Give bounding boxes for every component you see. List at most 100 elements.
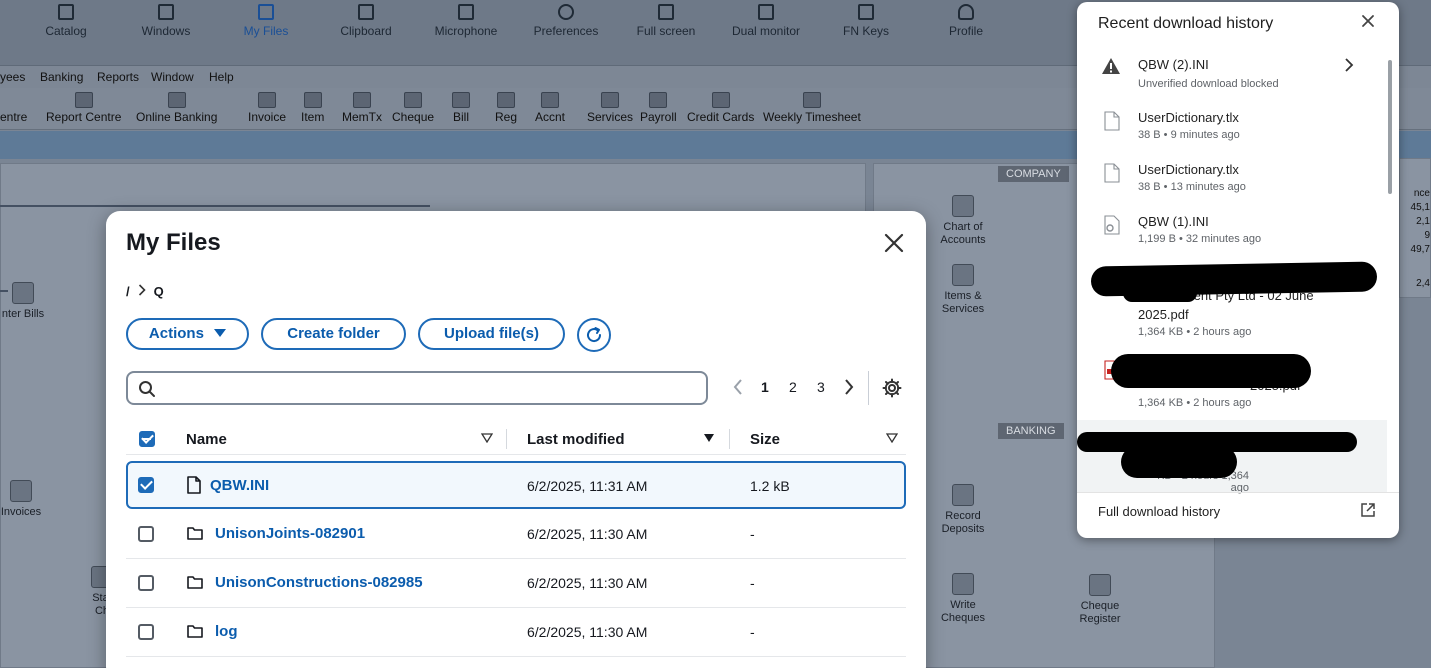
toolbar-reg[interactable]: Reg	[495, 92, 517, 124]
page-2[interactable]: 2	[789, 379, 797, 395]
menu-employees[interactable]: yees	[0, 70, 25, 84]
row-checkbox[interactable]	[138, 477, 154, 493]
enter-bills-icon[interactable]: nter Bills	[0, 282, 48, 321]
table-row[interactable]: UnisonConstructions-082985 6/2/2025, 11:…	[126, 559, 906, 608]
download-name: QBW (2).INI	[1138, 57, 1209, 72]
column-size[interactable]: Size	[750, 431, 780, 448]
menu-reports[interactable]: Reports	[97, 70, 139, 84]
full-download-history-link[interactable]: Full download history	[1098, 504, 1220, 519]
preferences-button[interactable]: Preferences	[516, 4, 616, 38]
toolbar-report-centre[interactable]: Report Centre	[46, 92, 121, 124]
microphone-button[interactable]: Microphone	[416, 4, 516, 38]
write-cheques-icon[interactable]: Write Cheques	[935, 573, 991, 625]
actions-button[interactable]: Actions	[126, 318, 249, 350]
folder-name-link[interactable]: UnisonJoints-082901	[215, 525, 365, 542]
catalog-button[interactable]: Catalog	[16, 4, 116, 38]
download-history-title: Recent download history	[1098, 15, 1274, 32]
fn-keys-button[interactable]: FN Keys	[816, 4, 916, 38]
sort-desc-icon[interactable]	[703, 433, 715, 443]
breadcrumb-current: Q	[153, 284, 164, 299]
dual-monitor-button[interactable]: Dual monitor	[716, 4, 816, 38]
my-files-dialog: My Files / Q Actions Create folder Uploa…	[106, 211, 926, 668]
refresh-button[interactable]	[577, 318, 611, 352]
full-screen-button[interactable]: Full screen	[616, 4, 716, 38]
row-checkbox[interactable]	[138, 575, 154, 591]
breadcrumb-root[interactable]: /	[126, 284, 130, 299]
row-checkbox[interactable]	[138, 526, 154, 542]
table-row[interactable]: QBW.INI 6/2/2025, 11:31 AM 1.2 kB	[126, 461, 906, 509]
page-1[interactable]: 1	[761, 379, 769, 395]
fullscreen-icon	[658, 4, 674, 20]
close-icon[interactable]	[882, 231, 906, 255]
toolbar-cheque[interactable]: Cheque	[392, 92, 434, 124]
menu-banking[interactable]: Banking	[40, 70, 83, 84]
clipboard-button[interactable]: Clipboard	[316, 4, 416, 38]
scrollbar[interactable]	[1388, 60, 1392, 194]
open-external-icon[interactable]	[1360, 502, 1376, 523]
download-meta: 1,364 KB • 2 hours ago	[1138, 326, 1252, 338]
record-deposits-icon[interactable]: Record Deposits	[935, 484, 991, 536]
memtx-icon	[353, 92, 371, 108]
balances-list: nce 45,1 2,1 9 49,7 2,4	[1402, 187, 1430, 291]
row-checkbox[interactable]	[138, 624, 154, 640]
toolbar-services[interactable]: Services	[587, 92, 633, 124]
close-icon[interactable]	[1360, 13, 1376, 34]
download-item[interactable]: QBW (2).INI Unverified download blocked	[1077, 52, 1387, 104]
toolbar-bill[interactable]: Bill	[452, 92, 470, 124]
gear-icon[interactable]	[882, 378, 902, 403]
folder-name-link[interactable]: UnisonConstructions-082985	[215, 574, 423, 591]
download-item[interactable]: QBW (1).INI 1,199 B • 32 minutes ago	[1077, 210, 1387, 262]
table-row[interactable]: UnisonJoints-082901 6/2/2025, 11:30 AM -	[126, 510, 906, 559]
folder-name-link[interactable]: log	[215, 623, 238, 640]
windows-button[interactable]: Windows	[116, 4, 216, 38]
table-row[interactable]: log 6/2/2025, 11:30 AM -	[126, 608, 906, 657]
toolbar-accnt[interactable]: Accnt	[535, 92, 565, 124]
download-name: UserDictionary.tlx	[1138, 162, 1239, 177]
upload-files-button[interactable]: Upload file(s)	[418, 318, 565, 350]
download-history-panel: Recent download history QBW (2).INI Unve…	[1077, 2, 1399, 538]
create-folder-button[interactable]: Create folder	[261, 318, 406, 350]
download-status: Unverified download blocked	[1138, 78, 1279, 90]
dialog-title: My Files	[126, 229, 221, 256]
keyboard-icon	[858, 4, 874, 20]
toolbar-centre[interactable]: entre	[0, 110, 27, 124]
search-input[interactable]	[126, 371, 708, 405]
last-modified-cell: 6/2/2025, 11:30 AM	[527, 624, 648, 640]
column-name[interactable]: Name	[186, 431, 227, 448]
download-item[interactable]: UserDictionary.tlx 38 B • 9 minutes ago	[1077, 106, 1387, 158]
sort-caret-icon[interactable]	[886, 433, 898, 443]
redaction-mark	[1111, 354, 1311, 388]
toolbar-weekly-timesheet[interactable]: Weekly Timesheet	[763, 92, 861, 124]
profile-button[interactable]: Profile	[916, 4, 1016, 38]
invoices-icon[interactable]: Invoices	[0, 480, 46, 519]
file-icon	[187, 476, 201, 494]
next-page-icon[interactable]	[844, 379, 854, 398]
toolbar-credit-cards[interactable]: Credit Cards	[687, 92, 754, 124]
chevron-right-icon	[138, 284, 146, 299]
menu-window[interactable]: Window	[151, 70, 194, 84]
toolbar-payroll[interactable]: Payroll	[640, 92, 677, 124]
page-3[interactable]: 3	[817, 379, 825, 395]
file-name-link[interactable]: QBW.INI	[210, 477, 269, 494]
chart-of-accounts-icon[interactable]: Chart of Accounts	[935, 195, 991, 247]
cheque-register-icon[interactable]: Cheque Register	[1070, 574, 1130, 626]
file-icon	[1104, 163, 1120, 183]
sort-caret-icon[interactable]	[481, 433, 493, 443]
toolbar-invoice[interactable]: Invoice	[248, 92, 286, 124]
chevron-right-icon[interactable]	[1344, 58, 1354, 72]
menu-help[interactable]: Help	[209, 70, 234, 84]
folder-icon	[187, 625, 203, 638]
column-last-modified[interactable]: Last modified	[527, 431, 625, 448]
invoice-icon	[258, 92, 277, 108]
balance-value: 49,7	[1410, 244, 1430, 255]
my-files-button[interactable]: My Files	[216, 4, 316, 38]
toolbar-memtx[interactable]: MemTx	[342, 92, 382, 124]
credit-card-icon	[711, 92, 730, 108]
select-all-checkbox[interactable]	[139, 431, 155, 447]
prev-page-icon[interactable]	[733, 379, 743, 398]
toolbar-online-banking[interactable]: Online Banking	[136, 92, 217, 124]
table-header: Name Last modified Size	[126, 423, 906, 455]
download-item[interactable]: UserDictionary.tlx 38 B • 13 minutes ago	[1077, 158, 1387, 210]
toolbar-item[interactable]: Item	[301, 92, 324, 124]
items-services-icon[interactable]: Items & Services	[935, 264, 991, 316]
